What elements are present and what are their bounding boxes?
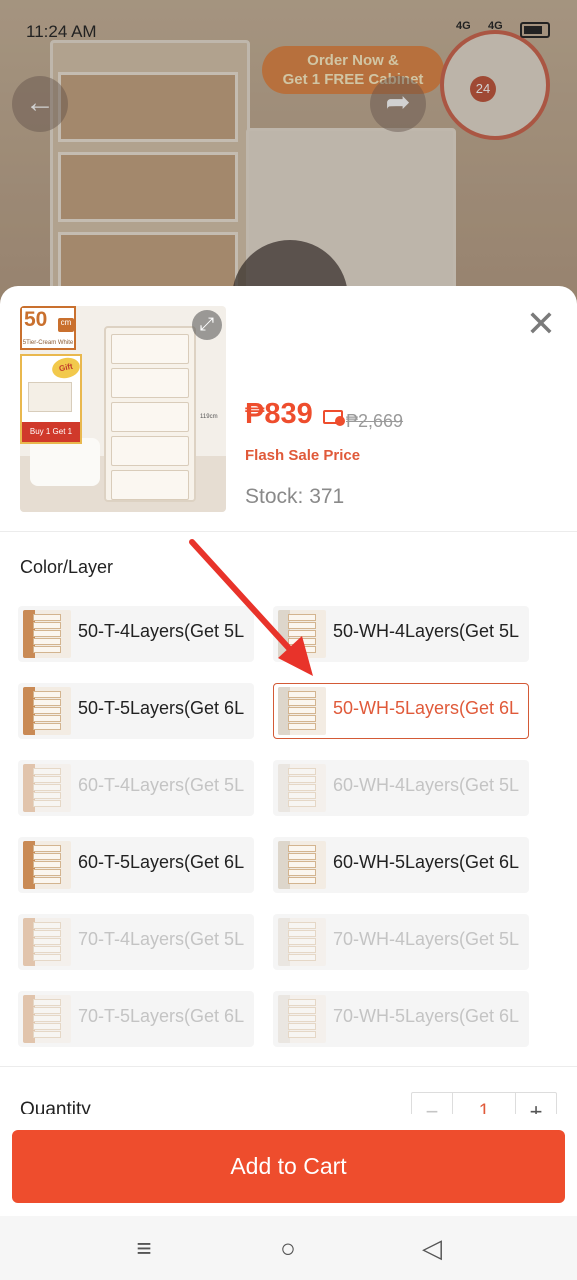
- back-icon[interactable]: ◁: [412, 1232, 452, 1264]
- size-tag: 50 cm 5Tier-Cream White: [20, 306, 76, 350]
- variant-thumbnail: [278, 995, 326, 1043]
- variant-label: 70-WH-5Layers(Get 6L: [333, 1006, 520, 1026]
- gift-promo: Gift Buy 1 Get 1: [20, 354, 82, 444]
- variant-option: 70-T-4Layers(Get 5L: [18, 914, 254, 970]
- variant-label: 60-T-4Layers(Get 5L: [78, 775, 245, 795]
- size-number: 50: [24, 308, 48, 331]
- gift-tag: Gift: [50, 355, 82, 381]
- variant-option: 70-WH-5Layers(Get 6L: [273, 991, 529, 1047]
- cart-bar: Add to Cart: [0, 1114, 577, 1216]
- variant-option[interactable]: 60-T-5Layers(Get 6L: [18, 837, 254, 893]
- variant-option[interactable]: 60-WH-5Layers(Get 6L: [273, 837, 529, 893]
- color-layer-title: Color/Layer: [20, 557, 114, 577]
- variant-option: 60-T-4Layers(Get 5L: [18, 760, 254, 816]
- variant-thumbnail: [23, 610, 71, 658]
- gift-box-image: [28, 382, 72, 412]
- buy-get-label: Buy 1 Get 1: [22, 422, 80, 442]
- coins-icon: [323, 410, 345, 426]
- variant-option[interactable]: 50-WH-4Layers(Get 5L: [273, 606, 529, 662]
- home-icon[interactable]: ○: [268, 1232, 308, 1264]
- status-bar: 11:24 AM 4G 4G: [0, 0, 577, 60]
- variant-option[interactable]: 50-T-5Layers(Get 6L: [18, 683, 254, 739]
- sale-price: ₱839: [245, 398, 313, 430]
- variant-thumbnail: [278, 918, 326, 966]
- variant-thumbnail: [23, 918, 71, 966]
- variant-label: 50-T-5Layers(Get 6L: [78, 698, 245, 718]
- variant-label: 70-T-4Layers(Get 5L: [78, 929, 245, 949]
- variant-label: 60-T-5Layers(Get 6L: [78, 852, 245, 872]
- variant-selector-sheet: 50 cm 5Tier-Cream White Gift Buy 1 Get 1…: [0, 286, 577, 1216]
- variant-option: 70-WH-4Layers(Get 5L: [273, 914, 529, 970]
- variant-label: 50-WH-5Layers(Get 6L: [333, 698, 520, 718]
- variant-thumbnail: [278, 687, 326, 735]
- clock: 11:24 AM: [26, 22, 97, 41]
- sofa-image: [30, 438, 100, 486]
- variant-thumbnail: [278, 610, 326, 658]
- variant-label: 50-WH-4Layers(Get 5L: [333, 621, 520, 641]
- variant-option: 60-WH-4Layers(Get 5L: [273, 760, 529, 816]
- original-price: ₱2,669: [346, 411, 404, 431]
- expand-icon[interactable]: ⤢: [192, 310, 222, 340]
- variant-label: 70-T-5Layers(Get 6L: [78, 1006, 245, 1026]
- variant-option[interactable]: 50-T-4Layers(Get 5L: [18, 606, 254, 662]
- signal-4g-icon: 4G: [488, 20, 503, 32]
- divider: [0, 1066, 577, 1067]
- close-button[interactable]: ✕: [522, 306, 560, 344]
- variant-thumbnail: [23, 995, 71, 1043]
- stock-count: Stock: 371: [245, 485, 345, 508]
- variant-option: 70-T-5Layers(Get 6L: [18, 991, 254, 1047]
- variant-label: 60-WH-4Layers(Get 5L: [333, 775, 520, 795]
- variant-thumbnail: [278, 841, 326, 889]
- variant-thumbnail: [23, 841, 71, 889]
- variant-option[interactable]: 50-WH-5Layers(Get 6L: [273, 683, 529, 739]
- size-subtitle: 5Tier-Cream White: [22, 340, 74, 346]
- product-thumbnail[interactable]: 50 cm 5Tier-Cream White Gift Buy 1 Get 1…: [20, 306, 226, 512]
- flash-sale-label: Flash Sale Price: [245, 447, 361, 464]
- variant-thumbnail: [278, 764, 326, 812]
- cabinet-image: [104, 326, 196, 502]
- size-unit: cm: [58, 318, 74, 332]
- variant-thumbnail: [23, 687, 71, 735]
- variant-label: 60-WH-5Layers(Get 6L: [333, 852, 520, 872]
- signal-4g-icon: 4G: [456, 20, 471, 32]
- add-to-cart-button[interactable]: Add to Cart: [12, 1130, 565, 1203]
- recent-apps-icon[interactable]: ≡: [124, 1232, 164, 1264]
- battery-icon: [520, 22, 550, 38]
- variant-label: 70-WH-4Layers(Get 5L: [333, 929, 520, 949]
- divider: [0, 531, 577, 532]
- variant-label: 50-T-4Layers(Get 5L: [78, 621, 245, 641]
- height-label: 119cm: [200, 414, 218, 420]
- variant-thumbnail: [23, 764, 71, 812]
- system-nav-bar: ≡ ○ ◁: [0, 1216, 577, 1280]
